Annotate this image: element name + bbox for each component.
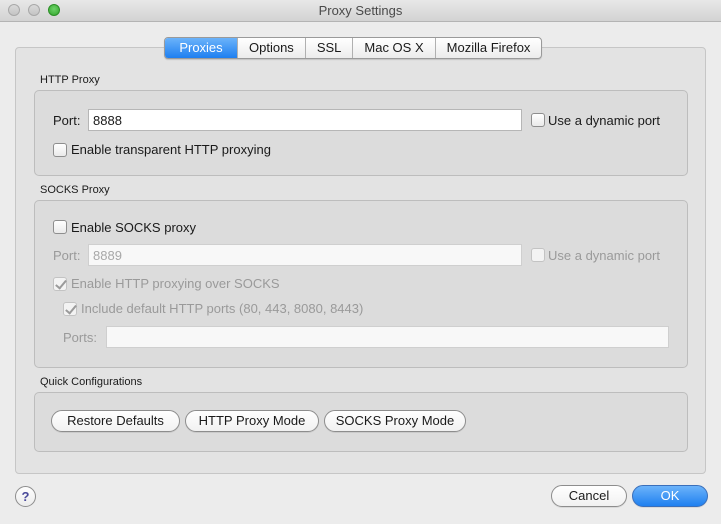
window-title: Proxy Settings <box>318 3 403 18</box>
socks-port-input[interactable] <box>88 244 522 266</box>
socks-dynamic-port-label: Use a dynamic port <box>548 248 660 263</box>
tab-bar: Proxies Options SSL Mac OS X Mozilla Fir… <box>164 37 543 59</box>
transparent-proxying-label: Enable transparent HTTP proxying <box>71 142 271 157</box>
restore-defaults-button[interactable]: Restore Defaults <box>51 410 180 432</box>
socks-ports-label: Ports: <box>63 330 97 345</box>
http-dynamic-port-checkbox[interactable] <box>531 113 545 127</box>
tab-ssl[interactable]: SSL <box>306 38 354 58</box>
http-over-socks-label: Enable HTTP proxying over SOCKS <box>71 276 280 291</box>
tab-mozilla-firefox[interactable]: Mozilla Firefox <box>436 38 542 58</box>
http-proxy-heading: HTTP Proxy <box>40 74 100 86</box>
enable-socks-label: Enable SOCKS proxy <box>71 220 197 235</box>
quick-config-heading: Quick Configurations <box>40 376 143 388</box>
help-icon: ? <box>21 489 30 504</box>
include-default-ports-checkbox[interactable] <box>63 302 77 316</box>
cancel-button[interactable]: Cancel <box>551 485 627 507</box>
http-dynamic-port-label: Use a dynamic port <box>548 113 660 128</box>
ok-button[interactable]: OK <box>632 485 708 507</box>
tab-proxies[interactable]: Proxies <box>165 38 238 58</box>
http-port-label: Port: <box>53 113 81 128</box>
http-over-socks-checkbox[interactable] <box>53 277 67 291</box>
transparent-proxying-checkbox[interactable] <box>53 143 67 157</box>
socks-port-label: Port: <box>53 248 81 263</box>
socks-dynamic-port-checkbox[interactable] <box>531 248 545 262</box>
socks-proxy-mode-button[interactable]: SOCKS Proxy Mode <box>324 410 466 432</box>
http-port-input[interactable] <box>88 109 522 131</box>
http-proxy-group <box>34 90 688 176</box>
title-bar: Proxy Settings <box>0 0 721 22</box>
tab-options[interactable]: Options <box>238 38 306 58</box>
socks-ports-input[interactable] <box>106 326 669 348</box>
tab-mac-os-x[interactable]: Mac OS X <box>353 38 436 58</box>
enable-socks-checkbox[interactable] <box>53 220 67 234</box>
http-proxy-mode-button[interactable]: HTTP Proxy Mode <box>185 410 319 432</box>
include-default-ports-label: Include default HTTP ports (80, 443, 808… <box>81 301 364 316</box>
socks-proxy-heading: SOCKS Proxy <box>40 184 110 196</box>
help-button[interactable]: ? <box>15 486 36 507</box>
